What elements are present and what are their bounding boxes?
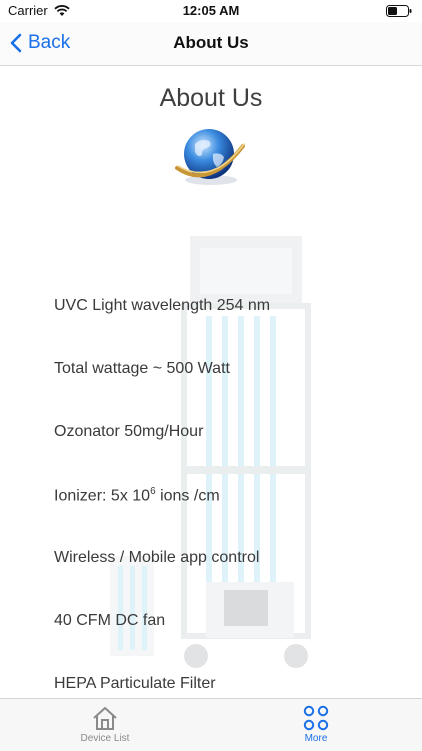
nav-title: About Us: [173, 33, 249, 52]
navigation-bar: Back About Us: [0, 22, 422, 66]
about-content[interactable]: About Us UVC Light wavelength 254 nm Tot…: [0, 66, 422, 698]
tab-bar: Device List More: [0, 698, 422, 751]
feature-total-wattage: Total wattage ~ 500 Watt: [54, 360, 230, 377]
tab-more[interactable]: More: [266, 705, 366, 744]
ionizer-text: Ionizer: 5x 10: [54, 487, 151, 505]
feature-ozonator: Ozonator 50mg/Hour: [54, 423, 204, 440]
feature-hepa-filter: HEPA Particulate Filter: [54, 675, 216, 692]
tab-device-list-label: Device List: [80, 733, 130, 744]
battery-icon: [386, 4, 412, 22]
feature-dc-fan: 40 CFM DC fan: [54, 612, 166, 629]
more-grid-icon: [303, 705, 329, 731]
globe-logo-icon: [173, 124, 249, 190]
tab-device-list[interactable]: Device List: [55, 705, 155, 744]
feature-ionizer: Ionizer: 5x 106 ions /cm: [54, 486, 220, 505]
home-icon: [93, 707, 117, 730]
status-bar: Carrier 12:05 AM: [0, 0, 422, 22]
page-heading: About Us: [159, 84, 263, 112]
tab-more-label: More: [304, 733, 328, 744]
status-time: 12:05 AM: [182, 3, 240, 18]
feature-uvc-wavelength: UVC Light wavelength 254 nm: [54, 297, 271, 314]
feature-wireless-control: Wireless / Mobile app control: [54, 549, 260, 566]
ionizer-unit: ions /cm: [155, 487, 220, 505]
